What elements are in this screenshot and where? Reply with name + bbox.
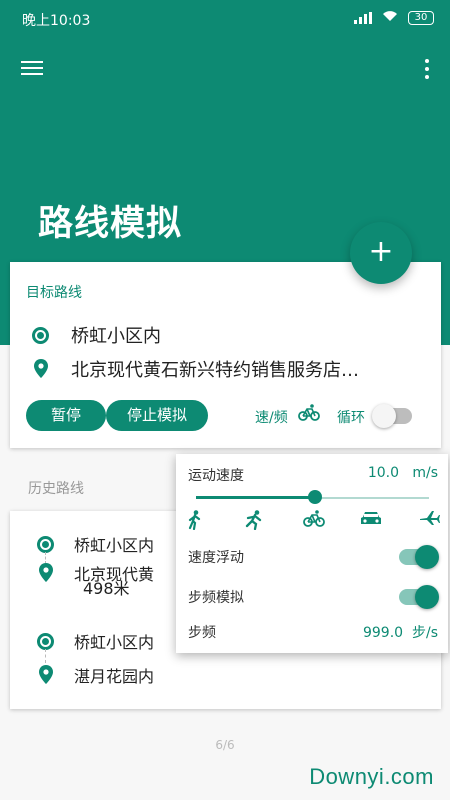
speed-slider[interactable] bbox=[196, 490, 429, 504]
start-point-icon bbox=[32, 326, 49, 344]
status-time: 晚上10:03 bbox=[22, 13, 91, 29]
bicycle-icon[interactable] bbox=[298, 404, 320, 426]
target-route-label: 目标路线 bbox=[26, 285, 82, 301]
speed-float-label: 速度浮动 bbox=[188, 550, 244, 566]
status-bar: 晚上10:03 30 bbox=[0, 0, 450, 37]
speed-settings-panel: 运动速度 10.0 m/s 速度浮动 步频模拟 步频 999.0 步/s bbox=[176, 454, 448, 653]
history-start-text: 桥虹小区内 bbox=[74, 633, 155, 652]
location-pin-icon bbox=[37, 563, 54, 583]
history-route-2-end[interactable]: 湛月花园内 bbox=[37, 663, 154, 687]
history-distance: 498米 bbox=[83, 579, 130, 598]
speed-unit: m/s bbox=[412, 465, 438, 481]
add-route-button[interactable]: + bbox=[350, 222, 412, 284]
page-indicator: 6/6 bbox=[215, 738, 235, 752]
history-end-text: 湛月花园内 bbox=[74, 667, 155, 686]
route-start-row: 桥虹小区内 bbox=[32, 322, 161, 348]
route-start-text: 桥虹小区内 bbox=[71, 326, 161, 347]
step-frequency-unit: 步/s bbox=[411, 625, 438, 641]
loop-toggle[interactable] bbox=[372, 404, 412, 428]
car-icon[interactable] bbox=[360, 510, 381, 530]
step-simulation-toggle[interactable] bbox=[399, 585, 439, 609]
step-frequency-label: 步频 bbox=[188, 625, 216, 641]
speed-value-display: 10.0 m/s bbox=[368, 465, 438, 481]
watermark: Downyi.com bbox=[309, 764, 434, 789]
movement-mode-selector bbox=[186, 510, 442, 531]
speed-float-toggle[interactable] bbox=[399, 545, 439, 569]
route-end-row: 北京现代黄石新兴特约销售服务店… bbox=[32, 356, 442, 382]
pause-button[interactable]: 暂停 bbox=[26, 400, 106, 431]
speed-value: 10.0 bbox=[367, 465, 399, 481]
plus-icon: + bbox=[368, 234, 394, 269]
bike-icon[interactable] bbox=[303, 510, 325, 530]
speed-label: 运动速度 bbox=[188, 468, 244, 484]
route-end-text: 北京现代黄石新兴特约销售服务店… bbox=[71, 360, 359, 381]
history-route-1-start[interactable]: 桥虹小区内 bbox=[37, 532, 154, 556]
signal-icon bbox=[354, 12, 372, 24]
history-route-2-start[interactable]: 桥虹小区内 bbox=[37, 629, 154, 653]
stop-simulation-button[interactable]: 停止模拟 bbox=[106, 400, 208, 431]
slider-thumb[interactable] bbox=[307, 490, 322, 504]
location-pin-icon bbox=[37, 665, 54, 685]
speed-frequency-button[interactable]: 速/频 bbox=[255, 407, 288, 427]
battery-icon: 30 bbox=[408, 11, 434, 25]
menu-icon[interactable] bbox=[21, 59, 43, 77]
run-icon[interactable] bbox=[244, 510, 264, 531]
wifi-icon bbox=[382, 10, 398, 26]
step-simulation-label: 步频模拟 bbox=[188, 590, 244, 606]
step-frequency-display[interactable]: 999.0 步/s bbox=[363, 622, 438, 642]
status-icons: 30 bbox=[354, 10, 434, 26]
page-title: 路线模拟 bbox=[38, 204, 183, 244]
step-frequency-value: 999.0 bbox=[362, 625, 404, 641]
location-pin-icon bbox=[32, 359, 49, 379]
more-options-icon[interactable] bbox=[424, 58, 430, 80]
plane-icon[interactable] bbox=[419, 510, 440, 530]
target-route-card: 目标路线 桥虹小区内 北京现代黄石新兴特约销售服务店… 暂停 停止模拟 速/频 … bbox=[10, 262, 441, 448]
loop-label: 循环 bbox=[337, 410, 365, 426]
start-point-icon bbox=[37, 632, 54, 650]
walk-icon[interactable] bbox=[186, 510, 206, 531]
history-start-text: 桥虹小区内 bbox=[74, 536, 155, 555]
history-header: 历史路线 bbox=[28, 481, 84, 497]
start-point-icon bbox=[37, 535, 54, 553]
route-connector bbox=[45, 649, 47, 663]
